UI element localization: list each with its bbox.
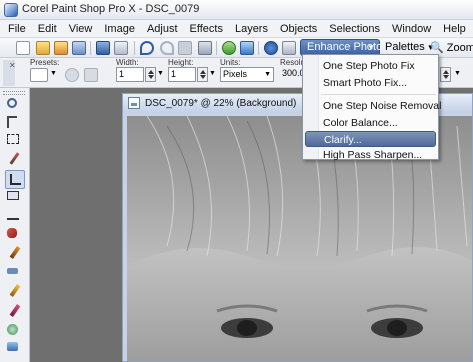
menu-objects[interactable]: Objects (274, 20, 323, 38)
enhance-photo-menu: One Step Photo Fix Smart Photo Fix... On… (302, 54, 441, 163)
reset-icon[interactable] (84, 68, 98, 82)
menu-item-one-step-photo-fix[interactable]: One Step Photo Fix (305, 58, 436, 74)
zoom-tool-icon[interactable] (7, 98, 23, 114)
image-document-icon (128, 97, 140, 109)
crop-tool-icon[interactable] (5, 170, 25, 189)
info-icon[interactable] (264, 41, 278, 55)
zoom-control[interactable]: 🔍 Zoom o (430, 41, 473, 54)
units-select[interactable]: Pixels ▼ (220, 67, 274, 82)
width-label: Width: (116, 58, 139, 67)
deform-tool-icon[interactable] (7, 191, 23, 207)
menu-edit[interactable]: Edit (32, 20, 63, 38)
toolbar-separator (216, 41, 217, 55)
clone-brush-icon[interactable] (7, 228, 23, 244)
palettes-label: Palettes (385, 41, 425, 53)
history-icon[interactable] (178, 41, 192, 55)
app-icon (4, 3, 18, 17)
chevron-down-icon: ▼ (367, 43, 375, 52)
menu-item-high-pass-sharpen[interactable]: High Pass Sharpen... (305, 147, 436, 163)
dropper-tool-icon[interactable] (7, 152, 23, 168)
window-title: Corel Paint Shop Pro X - DSC_0079 (22, 3, 200, 15)
menu-separator (321, 94, 436, 95)
units-value: Pixels (223, 69, 248, 79)
text-tool-icon[interactable] (7, 212, 23, 228)
chevron-down-icon[interactable]: ▼ (157, 70, 164, 77)
menu-adjust[interactable]: Adjust (141, 20, 184, 38)
height-stepper[interactable] (197, 67, 208, 82)
scan-icon[interactable] (72, 41, 86, 55)
selection-tool-icon[interactable] (7, 134, 23, 150)
tools-palette (0, 88, 30, 362)
menu-item-one-step-noise-removal[interactable]: One Step Noise Removal (305, 98, 441, 114)
crop-preset-icon[interactable] (30, 68, 48, 82)
menu-image[interactable]: Image (98, 20, 141, 38)
redo-icon[interactable] (160, 41, 174, 55)
chevron-down-icon[interactable]: ▼ (454, 70, 461, 77)
palette-grip[interactable] (3, 91, 25, 95)
presets-label: Presets: (30, 58, 60, 67)
image-window-title: DSC_0079* @ 22% (Background) (145, 98, 297, 109)
undo-icon[interactable] (140, 41, 154, 55)
menu-effects[interactable]: Effects (184, 20, 229, 38)
new-file-icon[interactable] (16, 41, 30, 55)
eraser-tool-icon[interactable] (7, 342, 23, 358)
pick-tool-icon[interactable] (7, 116, 23, 132)
chevron-down-icon[interactable]: ▼ (209, 70, 216, 77)
chevron-down-icon[interactable]: ▼ (50, 70, 57, 77)
menu-help[interactable]: Help (437, 20, 472, 38)
menu-item-smart-photo-fix[interactable]: Smart Photo Fix... (305, 75, 436, 91)
browse-icon[interactable] (54, 41, 68, 55)
layers-icon[interactable] (240, 41, 254, 55)
toolbar-separator (258, 41, 259, 55)
menu-item-clarify[interactable]: Clarify... (305, 131, 436, 147)
height-label: Height: (168, 58, 194, 67)
toolbar-separator (90, 41, 91, 55)
resolution-field[interactable]: 300.00 (280, 67, 304, 82)
resolution-stepper[interactable] (440, 67, 451, 82)
width-stepper[interactable] (145, 67, 156, 82)
zoom-label: Zoom o (446, 42, 473, 54)
height-field[interactable]: 1 (168, 67, 196, 82)
menu-window[interactable]: Window (386, 20, 437, 38)
menu-layers[interactable]: Layers (229, 20, 274, 38)
rotate-icon[interactable] (198, 41, 212, 55)
title-bar: Corel Paint Shop Pro X - DSC_0079 (0, 0, 473, 20)
paint-brush-icon[interactable] (7, 246, 23, 262)
airbrush-icon[interactable] (7, 264, 23, 280)
menu-file[interactable]: File (2, 20, 32, 38)
refresh-icon[interactable] (222, 41, 236, 55)
menu-bar: File Edit View Image Adjust Effects Laye… (0, 20, 473, 38)
close-icon[interactable]: ✕ (9, 61, 16, 70)
save-icon[interactable] (96, 41, 110, 55)
magnifier-icon: 🔍 (430, 42, 444, 54)
menu-item-color-balance[interactable]: Color Balance... (305, 115, 436, 131)
chevron-down-icon: ▼ (264, 71, 271, 78)
toolbar-separator (134, 41, 135, 55)
open-folder-icon[interactable] (36, 41, 50, 55)
enhance-photo-icon[interactable] (282, 41, 296, 55)
retouch-tool-icon[interactable] (7, 324, 23, 340)
menu-selections[interactable]: Selections (323, 20, 386, 38)
width-field[interactable]: 1 (116, 67, 144, 82)
units-label: Units: (220, 58, 241, 67)
lighten-brush-icon[interactable] (7, 284, 23, 300)
menu-view[interactable]: View (63, 20, 99, 38)
apply-icon[interactable] (65, 68, 79, 82)
smudge-brush-icon[interactable] (7, 304, 23, 320)
print-icon[interactable] (114, 41, 128, 55)
